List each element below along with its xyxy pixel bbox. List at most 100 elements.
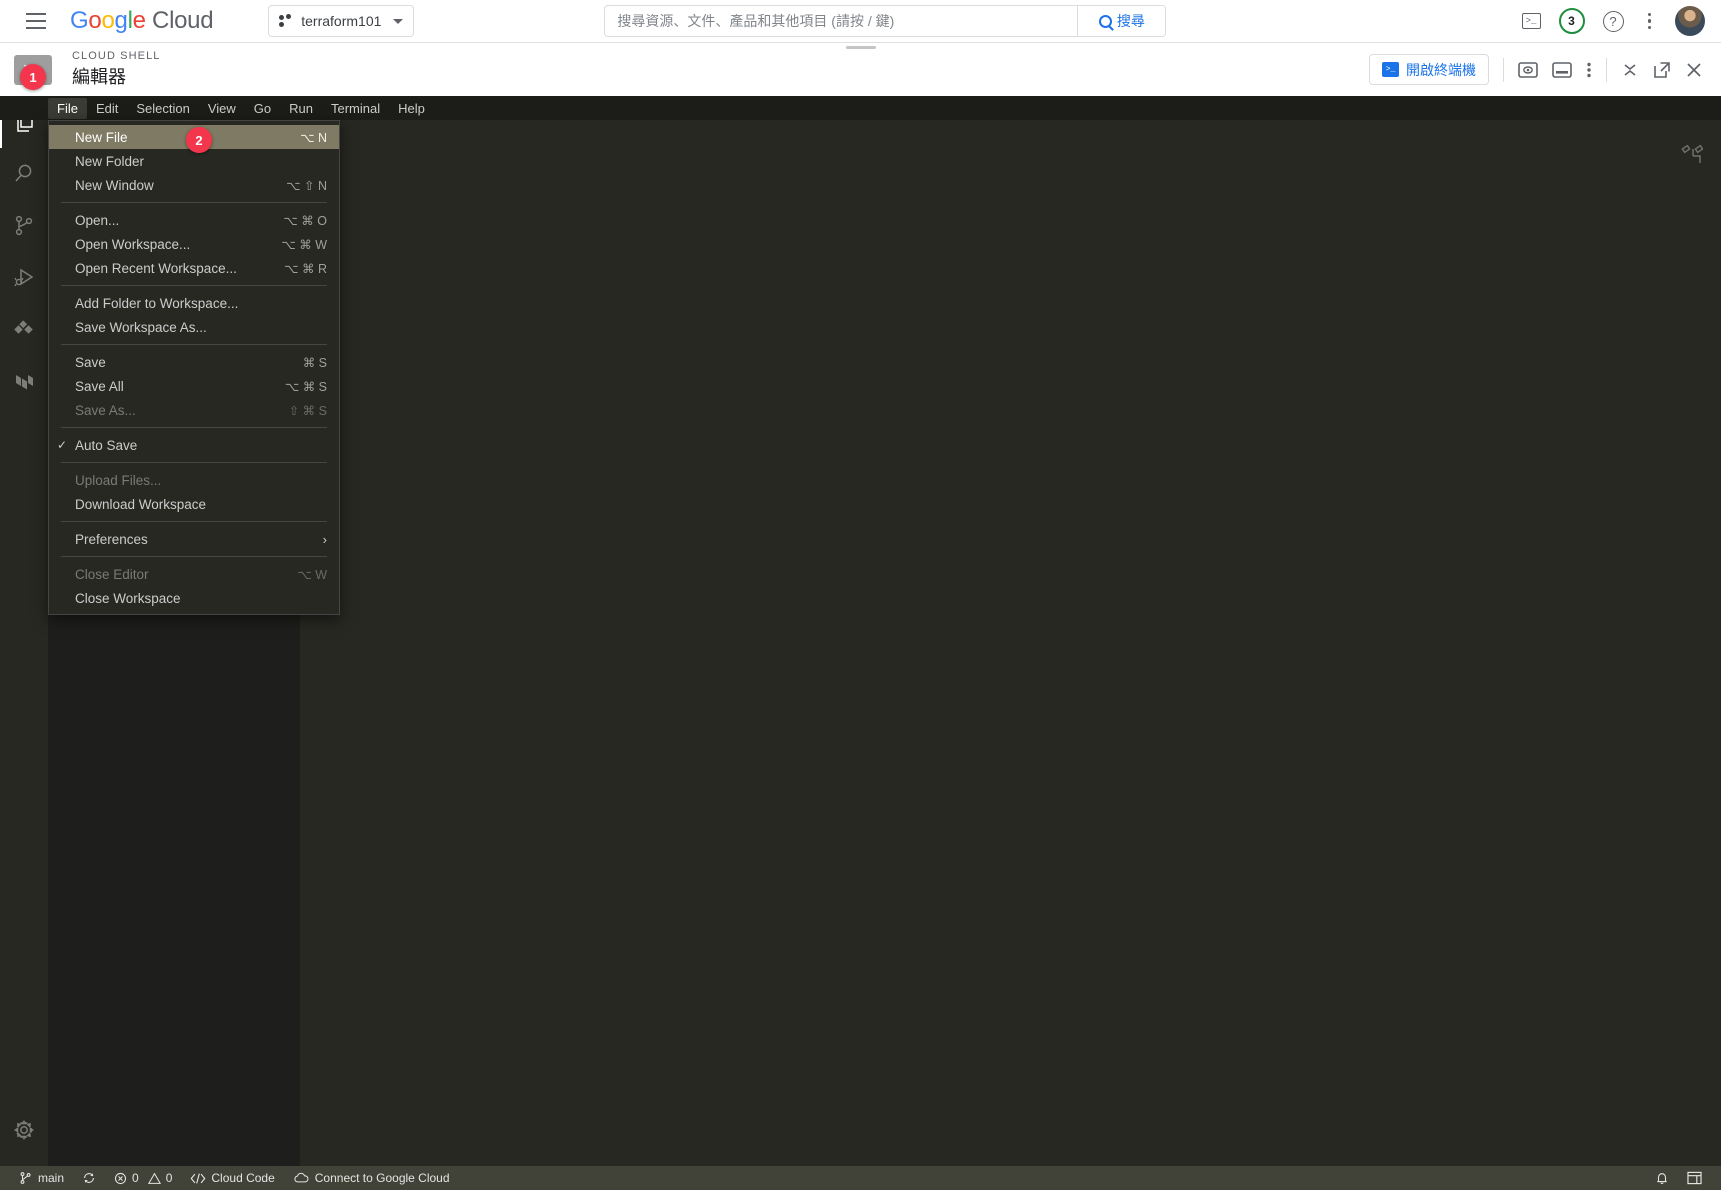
source-control-icon	[15, 215, 33, 236]
menu-terminal[interactable]: Terminal	[322, 98, 389, 119]
web-preview-icon[interactable]	[1518, 61, 1538, 79]
file-menu-item-label: Open Workspace...	[75, 236, 191, 252]
avatar[interactable]	[1675, 6, 1705, 36]
branch-name: main	[38, 1171, 65, 1185]
file-menu-item-label: Save Workspace As...	[75, 319, 207, 335]
file-menu-item-shortcut: ⌥ ⌘ O	[283, 213, 327, 228]
search-button[interactable]: 搜尋	[1077, 6, 1166, 36]
file-menu-item-label: New Window	[75, 177, 154, 193]
file-menu-item-close-workspace[interactable]: Close Workspace	[49, 586, 339, 610]
file-menu-item-open[interactable]: Open... ⌥ ⌘ O	[49, 208, 339, 232]
status-sync[interactable]	[73, 1166, 105, 1190]
branch-icon	[20, 1172, 31, 1184]
notifications-button[interactable]: 3	[1558, 8, 1585, 34]
divider	[1503, 57, 1504, 82]
warning-icon	[147, 1172, 161, 1184]
file-menu-item-shortcut: ⌥ ⌘ W	[281, 237, 327, 252]
logo-letter-o1: o	[88, 7, 102, 34]
google-cloud-logo[interactable]: Google Cloud	[70, 7, 214, 35]
run-debug-icon	[14, 268, 34, 287]
file-menu-item-label: Save As...	[75, 402, 136, 418]
warning-count: 0	[165, 1171, 173, 1185]
global-search[interactable]: 搜尋	[604, 5, 1167, 37]
file-menu-item-preferences[interactable]: Preferences ›	[49, 527, 339, 551]
sidebar-item-search[interactable]	[0, 148, 48, 200]
cloud-shell-eyebrow: CLOUD SHELL	[72, 50, 161, 62]
logo-letter-o2: o	[101, 7, 115, 34]
project-selector[interactable]: terraform101	[268, 5, 415, 37]
menu-go[interactable]: Go	[245, 98, 280, 119]
menu-edit[interactable]: Edit	[87, 98, 127, 119]
file-menu-item-label: Auto Save	[75, 437, 138, 453]
activate-cloud-shell-button[interactable]: >_	[1521, 13, 1541, 29]
file-menu-item-shortcut: ⌥ W	[297, 567, 327, 582]
file-menu-item-new-folder[interactable]: New Folder	[49, 149, 339, 173]
search-icon	[15, 164, 32, 182]
file-menu-item-open-recent-workspace[interactable]: Open Recent Workspace... ⌥ ⌘ R	[49, 256, 339, 280]
menu-separator	[61, 427, 327, 428]
navigation-menu-icon[interactable]	[16, 1, 56, 41]
sidebar-item-terraform[interactable]	[0, 356, 48, 408]
close-icon[interactable]	[1685, 61, 1703, 79]
new-terminal-window-icon[interactable]	[1552, 61, 1572, 79]
menu-run[interactable]: Run	[280, 98, 322, 119]
file-menu-item-shortcut: ⌘ S	[302, 355, 327, 370]
open-terminal-button[interactable]: >_ 開啟終端機	[1369, 54, 1489, 85]
file-menu-item-auto-save[interactable]: ✓ Auto Save	[49, 433, 339, 457]
extensions-icon	[14, 320, 33, 334]
sidebar-item-source-control[interactable]	[0, 200, 48, 252]
file-menu-item-open-workspace[interactable]: Open Workspace... ⌥ ⌘ W	[49, 232, 339, 256]
file-menu-item-shortcut: ⌥ ⌘ R	[284, 261, 327, 276]
search-input[interactable]	[605, 6, 1078, 36]
file-menu-item-save-all[interactable]: Save All ⌥ ⌘ S	[49, 374, 339, 398]
file-menu-item-label: Add Folder to Workspace...	[75, 295, 239, 311]
file-menu-item-shortcut: ⌥ ⇧ N	[286, 178, 327, 193]
open-terminal-label: 開啟終端機	[1406, 61, 1476, 78]
sidebar-item-extensions[interactable]	[0, 304, 48, 356]
terraform-icon	[16, 375, 33, 390]
status-bar-right	[1646, 1166, 1711, 1190]
search-icon	[1098, 14, 1112, 28]
notification-count-badge: 3	[1558, 8, 1585, 34]
menu-file[interactable]: File	[48, 97, 87, 119]
callout-badge-2: 2	[186, 127, 212, 153]
file-menu-item-label: Open Recent Workspace...	[75, 260, 237, 276]
file-menu-item-new-window[interactable]: New Window ⌥ ⇧ N	[49, 173, 339, 197]
page-title: 編輯器	[72, 67, 126, 87]
minimize-icon[interactable]	[1621, 61, 1639, 79]
editor-more-options-icon[interactable]	[1586, 61, 1592, 79]
file-menu-item-label: Save	[75, 354, 106, 370]
file-menu-item-add-folder-to-workspace[interactable]: Add Folder to Workspace...	[49, 291, 339, 315]
file-menu-item-save-workspace-as[interactable]: Save Workspace As...	[49, 315, 339, 339]
logo-word-cloud: Cloud	[145, 7, 214, 34]
menu-help[interactable]: Help	[389, 98, 434, 119]
terminal-icon: >_	[1382, 62, 1399, 77]
file-menu-item-shortcut: ⌥ ⌘ S	[284, 379, 327, 394]
panel-resize-handle[interactable]	[845, 46, 876, 49]
split-editor-icon[interactable]	[1681, 145, 1703, 167]
sidebar-item-run-and-debug[interactable]	[0, 252, 48, 304]
help-button[interactable]: ?	[1602, 10, 1624, 32]
cloud-shell-titles: CLOUD SHELL 編輯器	[72, 50, 161, 89]
status-cloud-code[interactable]: Cloud Code	[181, 1166, 283, 1190]
status-problems[interactable]: 0 0	[105, 1166, 181, 1190]
open-in-new-window-icon[interactable]	[1653, 61, 1671, 79]
layout-panel-icon	[1687, 1171, 1702, 1185]
google-cloud-header: Google Cloud terraform101 搜尋 >_ 3 ?	[0, 0, 1721, 43]
status-connect-google-cloud[interactable]: Connect to Google Cloud	[284, 1166, 459, 1190]
menu-view[interactable]: View	[199, 98, 245, 119]
header-actions: >_ 3 ?	[1521, 6, 1721, 36]
status-toggle-panel[interactable]	[1678, 1166, 1711, 1190]
status-branch[interactable]: main	[10, 1166, 73, 1190]
help-icon: ?	[1602, 10, 1624, 32]
menu-separator	[61, 344, 327, 345]
more-options-icon[interactable]	[1642, 11, 1658, 32]
cloud-code-label: Cloud Code	[211, 1171, 275, 1185]
manage-settings-button[interactable]	[0, 1104, 48, 1156]
menu-selection[interactable]: Selection	[127, 98, 198, 119]
file-menu-item-save[interactable]: Save ⌘ S	[49, 350, 339, 374]
status-notifications[interactable]	[1646, 1166, 1678, 1190]
logo-letter-e: e	[132, 7, 146, 34]
file-menu-item-download-workspace[interactable]: Download Workspace	[49, 492, 339, 516]
editor-menu-bar: File Edit Selection View Go Run Terminal Help	[0, 96, 1721, 120]
